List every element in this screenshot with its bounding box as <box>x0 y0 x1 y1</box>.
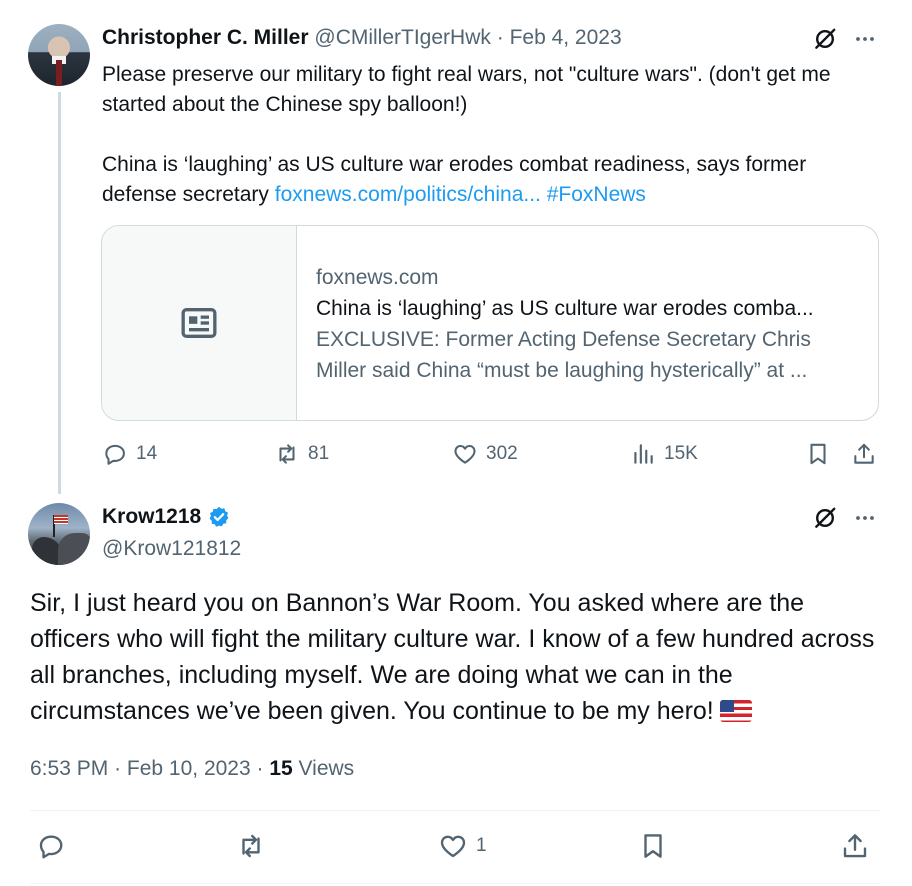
repost-icon <box>242 834 260 858</box>
parent-tweet-text: Please preserve our military to fight re… <box>102 60 882 210</box>
bookmark-icon <box>644 834 662 858</box>
reply-time[interactable]: 6:53 PM <box>30 757 108 780</box>
link-card-body: foxnews.com China is ‘laughing’ as US cu… <box>316 262 866 386</box>
share-button[interactable] <box>840 830 870 862</box>
analytics-icon <box>634 444 653 464</box>
reply-tweet-text: Sir, I just heard you on Bannon’s War Ro… <box>30 585 880 729</box>
grok-icon[interactable] <box>810 503 840 533</box>
parent-action-bar: 14 81 302 15K <box>102 438 882 470</box>
reply-count: 14 <box>136 443 158 464</box>
grok-icon-graphic <box>815 507 836 528</box>
repost-button[interactable]: 81 <box>274 438 329 470</box>
share-button[interactable] <box>851 438 877 470</box>
avatar-rock <box>58 533 90 565</box>
reply-action-bar: 1 <box>30 830 880 866</box>
heart-icon <box>454 444 476 464</box>
reply-author-handle[interactable]: @Krow121812 <box>102 537 241 561</box>
like-button[interactable]: 302 <box>452 438 518 470</box>
views-count: 15K <box>664 443 698 464</box>
heart-icon <box>440 835 466 858</box>
repost-button[interactable] <box>236 830 266 862</box>
like-count: 1 <box>476 835 487 856</box>
parent-author-handle[interactable]: @CMillerTIgerHwk <box>314 26 491 49</box>
avatar-tie <box>56 60 62 86</box>
hashtag-link[interactable]: #FoxNews <box>547 183 646 206</box>
us-flag-emoji <box>719 700 752 722</box>
reply-date[interactable]: Feb 10, 2023 <box>127 757 251 780</box>
parent-text-paragraph-2: China is ‘laughing’ as US culture war er… <box>102 150 882 210</box>
share-icon <box>854 443 874 464</box>
avatar-flag <box>54 515 68 524</box>
header-separator: · <box>496 26 504 49</box>
reply-author-avatar[interactable] <box>28 503 90 565</box>
reply-metadata: 6:53 PM · Feb 10, 2023 · 15 Views <box>30 757 355 780</box>
parent-author-avatar[interactable] <box>28 24 90 86</box>
parent-text-paragraph-1: Please preserve our military to fight re… <box>102 63 831 116</box>
link-card-description-line1: EXCLUSIVE: Former Acting Defense Secreta… <box>316 328 811 351</box>
bookmark-icon <box>810 443 826 465</box>
link-card-domain: foxnews.com <box>316 266 439 289</box>
more-dots-graphic <box>856 37 874 41</box>
link-preview-card[interactable]: foxnews.com China is ‘laughing’ as US cu… <box>101 225 879 421</box>
link-card-title: China is ‘laughing’ as US culture war er… <box>316 297 814 320</box>
parent-author-name[interactable]: Christopher C. Miller <box>102 26 309 49</box>
bottom-divider <box>30 883 880 884</box>
reply-button[interactable] <box>36 830 66 862</box>
bookmark-button[interactable] <box>638 830 668 862</box>
bookmark-button[interactable] <box>805 438 831 470</box>
repost-count: 81 <box>308 443 330 464</box>
parent-more-options-icon[interactable] <box>850 24 880 54</box>
repost-icon <box>279 444 295 464</box>
link-card-thumbnail <box>102 226 297 420</box>
grok-icon[interactable] <box>810 24 840 54</box>
reply-views-label: Views <box>298 757 355 780</box>
share-icon <box>843 834 867 858</box>
reply-author-name-row: Krow1218 <box>102 505 231 529</box>
verified-badge-icon <box>209 506 229 527</box>
reply-views-count: 15 <box>269 757 293 780</box>
grok-icon-graphic <box>815 28 836 49</box>
thread-connector-line <box>58 92 61 494</box>
more-dots-graphic <box>856 516 874 520</box>
action-bar-divider <box>30 810 880 811</box>
parent-tweet-header: Christopher C. Miller @CMillerTIgerHwk ·… <box>102 26 622 50</box>
like-count: 302 <box>486 443 518 464</box>
reply-icon <box>39 835 63 859</box>
article-link[interactable]: foxnews.com/politics/china... <box>275 183 541 206</box>
like-button[interactable]: 1 <box>438 830 487 862</box>
reply-button[interactable]: 14 <box>102 438 157 470</box>
reply-more-options-icon[interactable] <box>850 503 880 533</box>
parent-tweet-date[interactable]: Feb 4, 2023 <box>510 26 622 49</box>
link-card-description-line2: Miller said China “must be laughing hyst… <box>316 359 808 382</box>
reply-icon <box>105 444 125 465</box>
reply-author-name[interactable]: Krow1218 <box>102 505 201 529</box>
views-button[interactable]: 15K <box>630 438 698 470</box>
article-icon <box>181 308 217 338</box>
